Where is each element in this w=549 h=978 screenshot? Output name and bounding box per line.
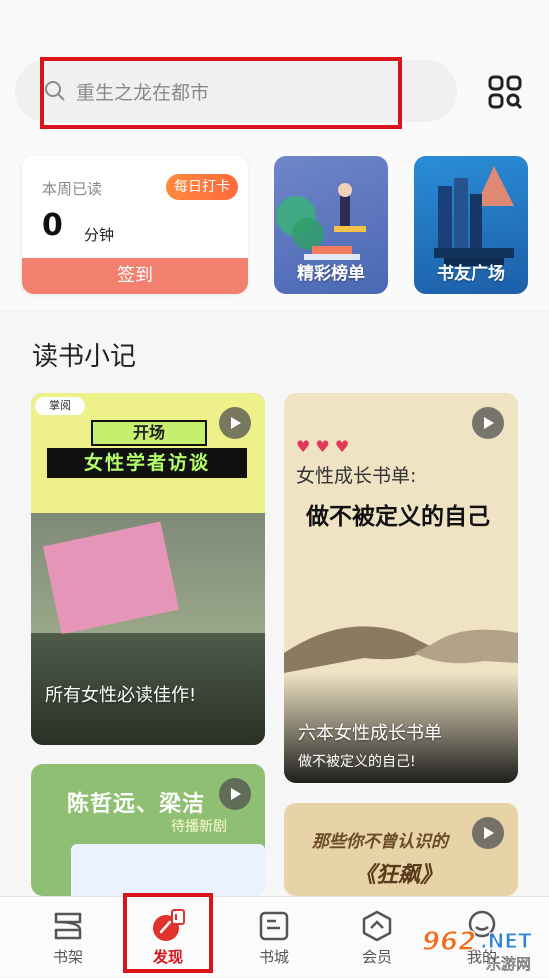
forum-card[interactable]: 书友广场 [414,156,528,294]
read-minutes-unit: 分钟 [84,226,115,244]
bookshelf-icon [54,912,82,940]
forum-label: 书友广场 [437,264,505,284]
play-icon[interactable] [219,778,251,810]
note-4-cover-line1: 那些你不曾认识的 [312,832,448,852]
tab-membership[interactable]: 会员 [337,898,417,972]
hands-illustration [284,626,518,673]
membership-icon [362,910,392,942]
publisher-logo: 掌阅 [35,397,85,415]
note-2-cover-line2: 做不被定义的自己 [306,504,490,530]
ranking-label: 精彩榜单 [297,264,365,284]
note-card-4[interactable]: 那些你不曾认识的 《狂飙》 [284,803,518,896]
tab-bookshelf[interactable]: 书架 [28,898,108,972]
bookstore-icon [259,911,289,941]
tab-label: 书城 [258,948,289,966]
tab-label: 会员 [361,948,392,966]
note-4-cover-line2: 《狂飙》 [354,863,443,888]
weekly-read-label: 本周已读 [42,180,103,198]
signin-button[interactable]: 签到 [22,258,248,294]
note-card-1[interactable]: 掌阅 开场 女性学者访谈 所有女性必读佳作! [31,393,265,745]
play-icon[interactable] [472,407,504,439]
note-2-cover-line1: 女性成长书单: [296,465,417,487]
read-minutes-value: 0 [42,208,63,243]
tab-label: 书架 [52,948,83,966]
scan-grid-icon[interactable] [487,74,523,110]
tab-bookstore[interactable]: 书城 [234,898,314,972]
play-icon[interactable] [472,817,504,849]
note-1-headline: 女性学者访谈 [47,448,247,478]
note-1-title: 所有女性必读佳作! [45,685,197,706]
note-3-headline: 陈哲远、梁洁 [67,792,206,817]
note-3-screen [71,844,265,896]
note-3-subline: 待播新剧 [171,819,227,835]
svg-text:乐游网: 乐游网 [486,955,531,973]
hearts-icon: ♥ ♥ ♥ [296,437,350,456]
section-title: 读书小记 [32,342,137,372]
note-card-2[interactable]: ♥ ♥ ♥ 女性成长书单: 做不被定义的自己 六本女性成长书单 做不被定义的自己… [284,393,518,783]
watermark-logo: 962 .NET 乐游网 [421,926,532,973]
play-icon[interactable] [219,407,251,439]
discover-tab-highlight-frame [123,893,213,973]
ranking-card[interactable]: 精彩榜单 [274,156,388,294]
search-highlight-frame [40,57,402,129]
site-watermark: 962 .NET 乐游网 [421,922,544,974]
note-card-3[interactable]: 陈哲远、梁洁 待播新剧 [31,764,265,896]
note-2-subtitle: 做不被定义的自己! [298,754,416,770]
svg-text:.NET: .NET [480,929,532,953]
daily-checkin-badge[interactable]: 每日打卡 [166,174,238,200]
note-1-tag: 开场 [91,420,207,446]
svg-text:962: 962 [422,927,476,957]
weekly-reading-card[interactable]: 本周已读 每日打卡 0 分钟 签到 [22,156,248,294]
note-2-title: 六本女性成长书单 [298,723,442,744]
